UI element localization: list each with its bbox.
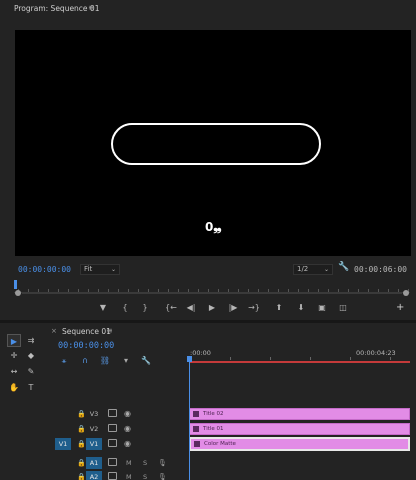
clip-label: Title 01 (203, 426, 224, 432)
mark-out-button[interactable]: } (138, 302, 152, 314)
lock-icon[interactable]: 🔒 (77, 408, 86, 420)
monitor-playhead[interactable] (14, 280, 17, 289)
timeline-playhead-line (189, 360, 190, 480)
sync-lock-icon[interactable] (108, 439, 117, 447)
sync-lock-icon[interactable] (108, 458, 117, 466)
solo-button[interactable]: S (143, 457, 147, 469)
playhead-timecode[interactable]: 00:00:00:00 (18, 265, 71, 274)
extract-button[interactable]: ⬇ (294, 302, 308, 314)
selection-tool-icon[interactable]: ▶ (7, 334, 21, 347)
sync-lock-icon[interactable] (108, 472, 117, 480)
work-area-bar[interactable] (190, 361, 410, 363)
comparison-view-button[interactable]: ◫ (336, 302, 350, 314)
clip-title-02[interactable]: Title 02 (189, 408, 410, 420)
clip-label: Title 02 (203, 411, 224, 417)
zoom-level-value: Fit (84, 265, 93, 273)
program-monitor-title[interactable]: Program: Sequence 01 (14, 4, 99, 13)
zoom-level-select[interactable]: Fit ⌄ (80, 264, 120, 275)
close-tab-icon[interactable]: × (51, 327, 57, 335)
ruler-tick (350, 357, 351, 360)
mark-in-button[interactable]: { (118, 302, 132, 314)
nest-sequences-icon[interactable]: ⚹ (58, 356, 70, 366)
track-label[interactable]: V2 (86, 423, 102, 435)
lock-icon[interactable]: 🔒 (77, 438, 86, 450)
linked-selection-icon[interactable]: ⛓ (99, 356, 111, 365)
export-frame-button[interactable]: ▣ (315, 302, 329, 314)
pen-tool-icon[interactable]: ✎ (24, 365, 38, 378)
track-header-a2: 🔒 A2 M S 🎙 (48, 471, 416, 480)
track-label[interactable]: V1 (86, 438, 102, 450)
go-to-out-button[interactable]: →} (247, 302, 261, 314)
mute-button[interactable]: M (126, 457, 132, 469)
fx-icon (194, 440, 200, 447)
track-select-tool-icon[interactable]: ⇉ (24, 334, 38, 347)
track-header-a1: 🔒 A1 M S 🎙 (48, 457, 416, 470)
button-editor-add-button[interactable]: + (396, 302, 404, 313)
ruler-tick (310, 357, 311, 360)
step-forward-button[interactable]: |▶ (226, 302, 240, 314)
ripple-edit-tool-icon[interactable]: ✛ (7, 349, 21, 362)
playback-resolution-select[interactable]: 1/2 ⌄ (293, 264, 333, 275)
slip-tool-icon[interactable]: ↔ (7, 365, 21, 378)
add-marker-icon[interactable]: ▾ (120, 356, 132, 365)
hamburger-menu-icon[interactable]: ≡ (106, 326, 113, 335)
lock-icon[interactable]: 🔒 (77, 423, 86, 435)
ruler-tick (270, 357, 271, 360)
monitor-scrollbar[interactable] (22, 292, 402, 294)
hamburger-menu-icon[interactable]: ≡ (88, 3, 95, 12)
timeline-tab-title[interactable]: Sequence 01 (62, 327, 111, 336)
microphone-icon[interactable]: 🎙 (158, 471, 167, 480)
razor-tool-icon[interactable]: ◆ (24, 349, 38, 362)
add-marker-button[interactable]: ▼ (96, 302, 110, 314)
sequence-duration: 00:00:06:00 (354, 265, 407, 274)
clip-label: Color Matte (204, 441, 236, 447)
overlay-text: 0❠ (205, 220, 222, 234)
eye-icon[interactable]: ◉ (124, 438, 131, 450)
type-tool-icon[interactable]: T (24, 381, 38, 394)
sync-lock-icon[interactable] (108, 424, 117, 432)
ruler-end-label: 00:00:04:23 (356, 349, 396, 357)
chevron-down-icon: ⌄ (323, 266, 329, 273)
wrench-icon[interactable]: 🔧 (338, 262, 349, 272)
chevron-down-icon: ⌄ (110, 266, 116, 273)
lock-icon[interactable]: 🔒 (77, 457, 86, 469)
lift-button[interactable]: ⬆ (272, 302, 286, 314)
microphone-icon[interactable]: 🎙 (158, 457, 167, 469)
clip-title-01[interactable]: Title 01 (189, 423, 410, 435)
snap-icon[interactable]: ∩ (79, 356, 91, 365)
solo-button[interactable]: S (143, 471, 147, 480)
scroll-handle-left[interactable] (15, 290, 21, 296)
scroll-handle-right[interactable] (403, 290, 409, 296)
lock-icon[interactable]: 🔒 (77, 471, 86, 480)
hand-tool-icon[interactable]: ✋ (7, 381, 21, 394)
sync-lock-icon[interactable] (108, 409, 117, 417)
fx-icon (193, 410, 199, 417)
timeline-settings-wrench-icon[interactable]: 🔧 (140, 356, 152, 365)
clip-color-matte[interactable]: Color Matte (189, 437, 410, 451)
track-label[interactable]: A1 (86, 457, 102, 469)
go-to-in-button[interactable]: {← (164, 302, 178, 314)
track-label[interactable]: A2 (86, 471, 102, 480)
step-back-button[interactable]: ◀| (184, 302, 198, 314)
ruler-tick (390, 357, 391, 360)
source-patch-v1[interactable]: V1 (55, 438, 71, 450)
mute-button[interactable]: M (126, 471, 132, 480)
play-button[interactable]: ▶ (205, 302, 219, 314)
eye-icon[interactable]: ◉ (124, 408, 131, 420)
eye-icon[interactable]: ◉ (124, 423, 131, 435)
resolution-value: 1/2 (297, 265, 309, 273)
video-preview[interactable]: 0❠ (15, 30, 411, 256)
ruler-start-label: :00:00 (190, 349, 211, 357)
timeline-timecode[interactable]: 00:00:00:00 (58, 341, 114, 351)
track-label[interactable]: V3 (86, 408, 102, 420)
rounded-rectangle-graphic (111, 123, 321, 165)
ruler-tick (230, 357, 231, 360)
fx-icon (193, 425, 199, 432)
